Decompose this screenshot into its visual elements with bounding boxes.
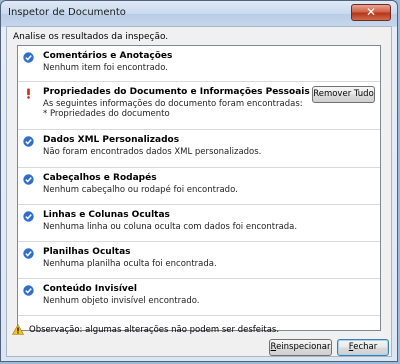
result-description: As seguintes informações do documento fo… bbox=[43, 99, 303, 109]
result-description: Não foram encontrados dados XML personal… bbox=[43, 147, 262, 157]
check-icon bbox=[23, 52, 34, 63]
result-item-comments: Comentários e Anotações Nenhum item foi … bbox=[18, 46, 380, 82]
dialog-body: Analise os resultados da inspeção. Comen… bbox=[6, 26, 392, 357]
result-description: Nenhuma linha ou coluna oculta com dados… bbox=[43, 222, 298, 232]
result-title: Conteúdo Invisível bbox=[43, 284, 137, 294]
results-list: Comentários e Anotações Nenhum item foi … bbox=[17, 45, 381, 331]
result-detail: * Propriedades do documento bbox=[43, 109, 170, 119]
result-description: Nenhum item foi encontrado. bbox=[43, 63, 168, 73]
check-icon bbox=[23, 248, 34, 259]
check-icon bbox=[23, 174, 34, 185]
reinspect-label-rest: einspecionar bbox=[276, 342, 331, 352]
warning-note: Observação: algumas alterações não podem… bbox=[12, 324, 382, 338]
result-item-custom-xml: Dados XML Personalizados Não foram encon… bbox=[18, 130, 380, 168]
result-title: Cabeçalhos e Rodapés bbox=[43, 173, 157, 183]
check-icon bbox=[23, 211, 34, 222]
result-item-headers-footers: Cabeçalhos e Rodapés Nenhum cabeçalho ou… bbox=[18, 168, 380, 205]
title-bar[interactable]: Inspetor de Documento ✕ bbox=[1, 1, 397, 27]
remove-all-button[interactable]: Remover Tudo bbox=[312, 86, 375, 103]
result-title: Planilhas Ocultas bbox=[43, 247, 131, 257]
close-window-button[interactable]: ✕ bbox=[351, 4, 391, 21]
check-icon bbox=[23, 136, 34, 147]
result-title: Propriedades do Documento e Informações … bbox=[43, 87, 310, 97]
result-description: Nenhum cabeçalho ou rodapé foi encontrad… bbox=[43, 185, 238, 195]
reinspect-button[interactable]: Reinspecionar bbox=[269, 339, 332, 356]
instruction-text: Analise os resultados da inspeção. bbox=[13, 32, 169, 42]
window-title: Inspetor de Documento bbox=[8, 7, 126, 18]
warning-text: Observação: algumas alterações não podem… bbox=[29, 325, 280, 335]
result-description: Nenhuma planilha oculta foi encontrada. bbox=[43, 259, 217, 269]
result-item-hidden-rows-columns: Linhas e Colunas Ocultas Nenhuma linha o… bbox=[18, 205, 380, 242]
close-button[interactable]: Fechar bbox=[337, 339, 389, 356]
result-item-hidden-sheets: Planilhas Ocultas Nenhuma planilha ocult… bbox=[18, 242, 380, 279]
result-title: Comentários e Anotações bbox=[43, 51, 173, 61]
close-label-rest: echar bbox=[353, 342, 378, 352]
result-title: Dados XML Personalizados bbox=[43, 135, 180, 145]
result-description: Nenhum objeto invisível encontrado. bbox=[43, 296, 200, 306]
warning-triangle-icon bbox=[12, 324, 24, 335]
close-icon: ✕ bbox=[365, 5, 377, 19]
document-inspector-window: Inspetor de Documento ✕ Analise os resul… bbox=[0, 0, 398, 362]
result-item-invisible-content: Conteúdo Invisível Nenhum objeto invisív… bbox=[18, 279, 380, 316]
check-icon bbox=[23, 285, 34, 296]
warning-exclamation-icon bbox=[27, 88, 30, 99]
result-item-document-properties: Propriedades do Documento e Informações … bbox=[18, 82, 380, 130]
result-title: Linhas e Colunas Ocultas bbox=[43, 210, 170, 220]
